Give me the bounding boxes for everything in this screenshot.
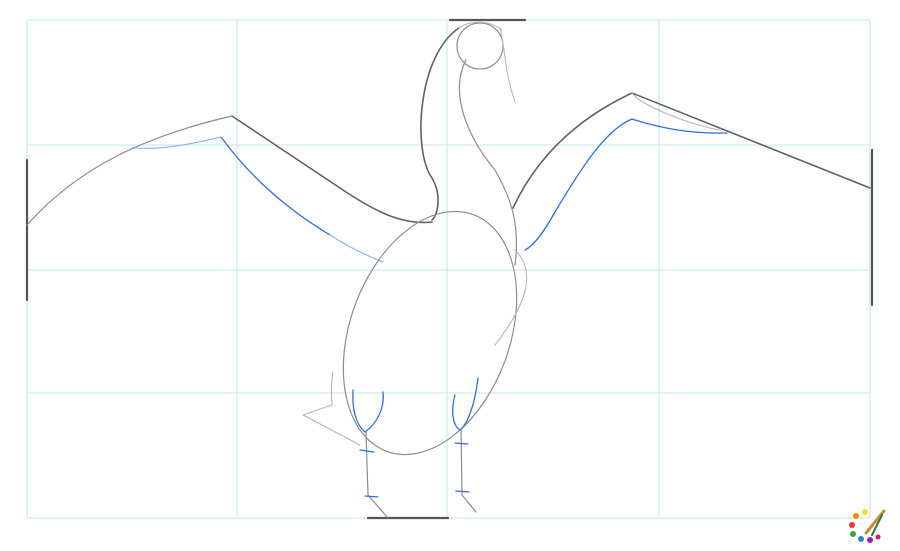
palette-dot — [849, 522, 855, 528]
palette-brush-icon — [844, 505, 890, 545]
drawing-canvas — [0, 0, 900, 551]
frame-edge-marks — [25, 18, 874, 520]
palette-dot — [858, 536, 864, 542]
palette-dot — [853, 513, 859, 519]
body — [302, 210, 528, 456]
logo-svg — [849, 509, 886, 543]
sketch-svg — [25, 18, 874, 520]
palette-dot — [862, 509, 868, 515]
legs — [352, 377, 479, 519]
right-wing — [512, 92, 871, 251]
palette-dot — [875, 534, 881, 540]
neck-lines — [420, 21, 518, 266]
head-circle — [456, 22, 504, 70]
left-wing — [26, 115, 433, 263]
palette-dot — [850, 531, 856, 537]
guide-grid — [26, 19, 871, 519]
palette-dot — [867, 537, 873, 543]
